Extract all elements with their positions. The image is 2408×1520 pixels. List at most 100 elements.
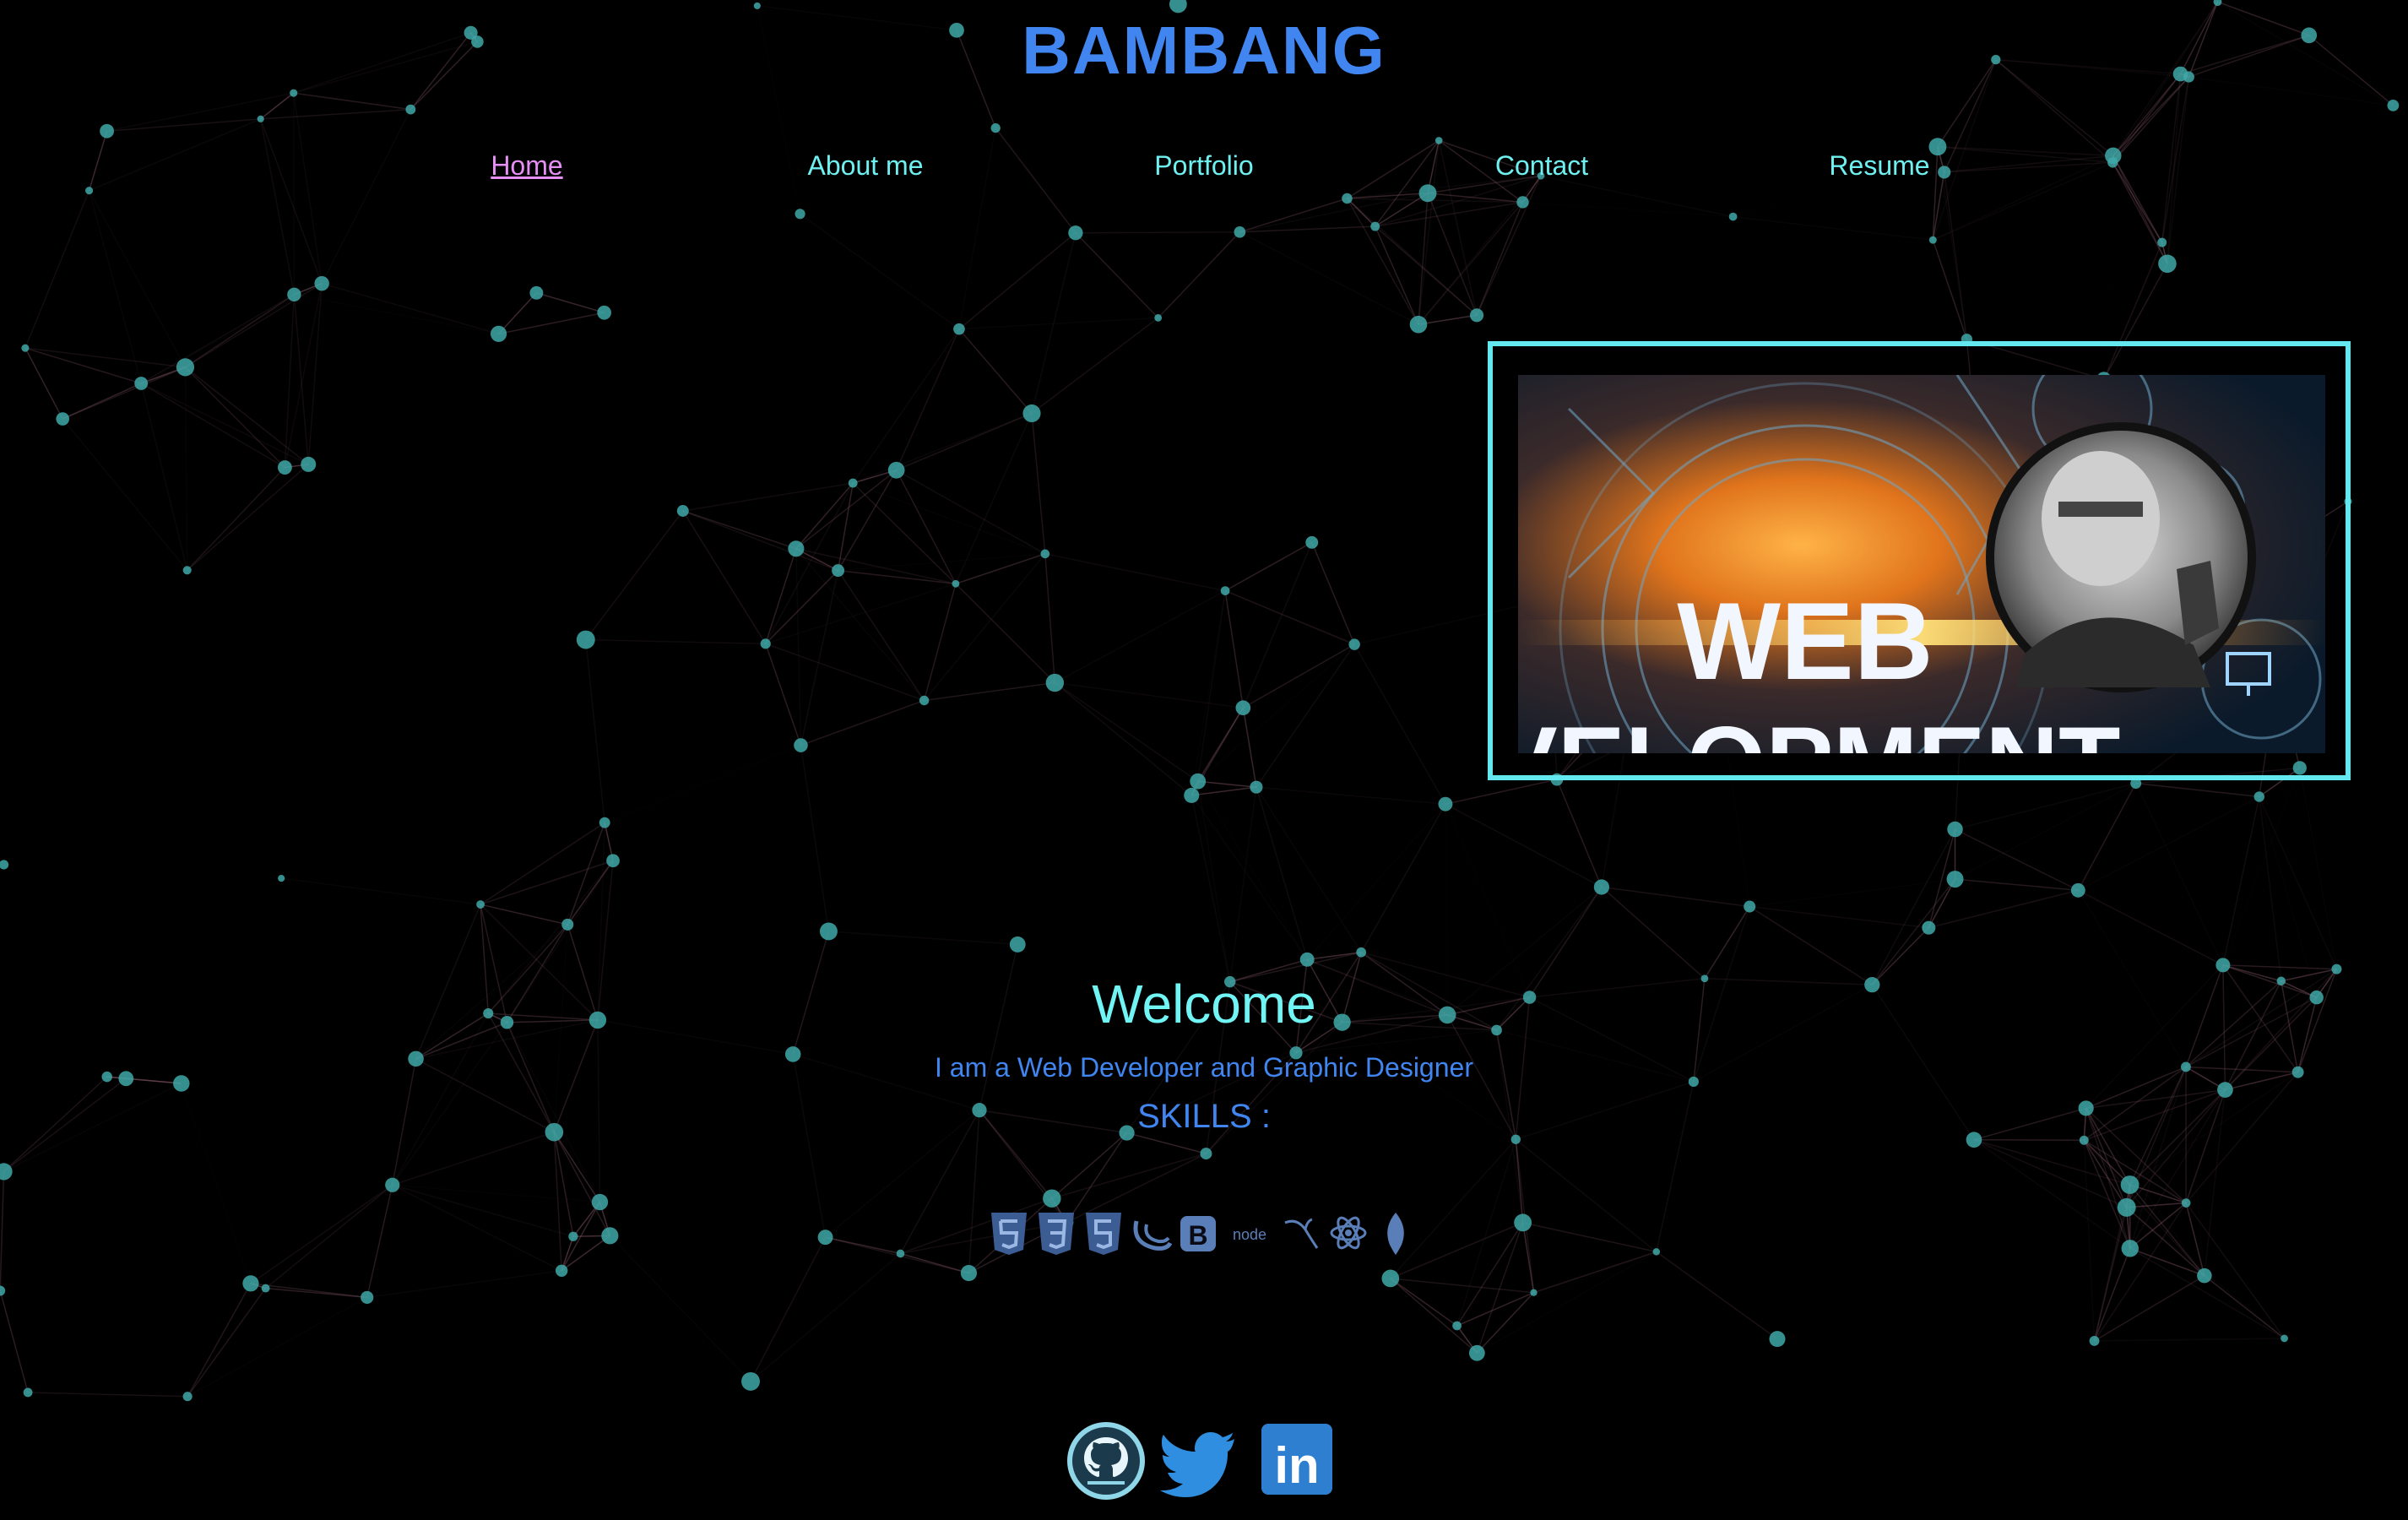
network-link	[250, 1184, 393, 1284]
network-node	[1040, 549, 1050, 559]
svg-text:B: B	[1188, 1220, 1207, 1251]
network-link	[1932, 239, 1968, 339]
network-node	[1928, 236, 1937, 244]
network-link	[1256, 786, 1308, 960]
network-link	[553, 1132, 611, 1236]
network-link	[1390, 1278, 1458, 1327]
network-node	[2215, 958, 2231, 973]
network-link	[1656, 1251, 1778, 1340]
network-link	[2259, 796, 2338, 969]
network-node	[2387, 99, 2400, 111]
network-link	[1054, 589, 1226, 684]
network-node	[0, 860, 9, 870]
network-node	[741, 1371, 760, 1391]
network-link	[1955, 782, 2137, 880]
network-link	[293, 294, 309, 464]
network-link	[392, 1184, 562, 1272]
network-node	[1043, 1189, 1061, 1208]
network-link	[1242, 542, 1313, 708]
nav-portfolio[interactable]: Portfolio	[1069, 150, 1339, 182]
network-node	[21, 344, 30, 352]
network-link	[1054, 681, 1192, 796]
network-link	[1704, 906, 1750, 980]
social-links: in	[1066, 1420, 1344, 1501]
network-link	[605, 214, 800, 312]
network-link	[561, 1271, 751, 1382]
network-link	[1966, 242, 2161, 339]
network-node	[676, 505, 689, 517]
tagline: I am a Web Developer and Graphic Designe…	[935, 1052, 1473, 1083]
network-link	[1749, 829, 1955, 907]
network-node	[794, 738, 808, 752]
network-node	[182, 566, 192, 575]
network-node	[1409, 315, 1428, 334]
network-link	[765, 583, 957, 645]
network-link	[795, 548, 802, 746]
network-link	[1515, 1138, 1657, 1253]
network-node	[601, 1227, 619, 1245]
network-link	[923, 584, 957, 701]
network-link	[585, 639, 605, 823]
network-link	[259, 118, 323, 284]
network-node	[1652, 1248, 1661, 1256]
network-node	[0, 1285, 6, 1296]
network-node	[1468, 1344, 1485, 1361]
network-node	[242, 1275, 259, 1292]
brand-title: BAMBANG	[1022, 13, 1386, 88]
network-link	[1390, 1278, 1534, 1294]
nav-about-me[interactable]: About me	[730, 150, 1001, 182]
mongodb-icon	[1375, 1209, 1417, 1257]
network-link	[610, 1235, 825, 1237]
twitter-link[interactable]	[1160, 1420, 1241, 1501]
network-link	[2299, 768, 2338, 969]
network-node	[56, 412, 69, 426]
github-link[interactable]	[1066, 1420, 1147, 1501]
network-node	[385, 1177, 400, 1192]
network-node	[2117, 1197, 2136, 1217]
network-node	[1356, 947, 1367, 958]
network-link	[480, 822, 605, 905]
network-node	[1947, 821, 1963, 838]
network-link	[955, 553, 1046, 584]
network-link	[1733, 215, 1933, 241]
network-link	[1239, 198, 1348, 233]
nav-home[interactable]: Home	[392, 150, 662, 182]
network-link	[1556, 779, 1603, 888]
network-node	[1434, 137, 1443, 144]
network-link	[24, 347, 63, 420]
network-link	[88, 190, 142, 384]
network-link	[1198, 644, 1354, 781]
network-node	[1305, 535, 1319, 549]
linkedin-link[interactable]: in	[1258, 1420, 1339, 1501]
network-node	[597, 305, 611, 320]
network-link	[1477, 1251, 1656, 1353]
network-link	[955, 583, 1055, 684]
network-link	[1044, 553, 1056, 683]
network-node	[361, 1290, 374, 1304]
network-node	[788, 540, 805, 557]
network-node	[817, 1230, 833, 1246]
network-link	[609, 1235, 751, 1382]
network-link	[1928, 889, 2079, 929]
network-node	[405, 104, 416, 115]
network-link	[1476, 1292, 1535, 1354]
network-link	[682, 510, 838, 572]
nav-contact[interactable]: Contact	[1407, 150, 1677, 182]
network-node	[2079, 1135, 2089, 1145]
network-node	[760, 638, 771, 649]
network-link	[294, 295, 498, 334]
network-link	[0, 1171, 5, 1291]
network-link	[480, 904, 568, 926]
network-link	[1196, 781, 1231, 982]
network-link	[260, 108, 411, 120]
network-link	[682, 510, 797, 550]
network-node	[561, 918, 574, 931]
network-node	[257, 115, 264, 122]
network-node	[576, 630, 595, 649]
network-node	[1744, 900, 1756, 913]
network-link	[1477, 1139, 1516, 1353]
hero-image-text-2: EVELOPMENT	[1518, 706, 2120, 753]
nav-resume[interactable]: Resume	[1744, 150, 2015, 182]
network-link	[307, 283, 323, 464]
network-link	[2135, 782, 2259, 798]
